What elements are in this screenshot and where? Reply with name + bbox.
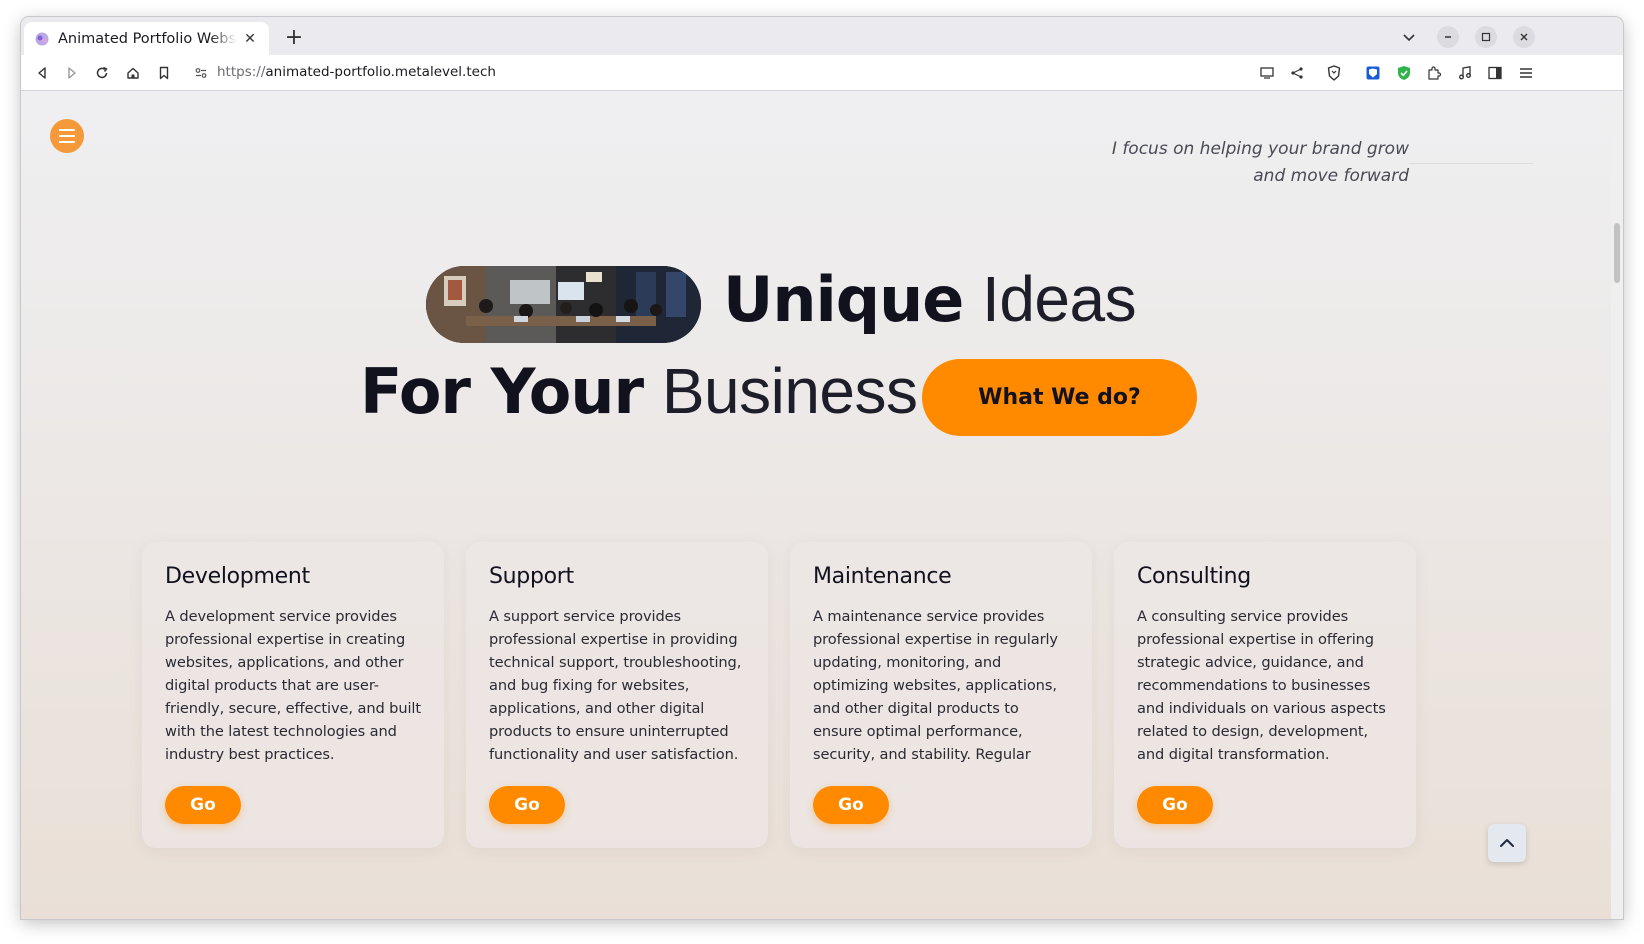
nav-toolbar: https://animated-portfolio.metalevel.tec… xyxy=(21,55,1623,91)
share-icon[interactable] xyxy=(1287,63,1307,83)
sidebar-toggle-icon[interactable] xyxy=(1485,63,1505,83)
service-title: Consulting xyxy=(1137,564,1251,589)
go-button[interactable]: Go xyxy=(489,786,565,824)
chevron-up-icon xyxy=(1500,839,1514,847)
service-title: Support xyxy=(489,564,574,589)
extensions-puzzle-icon[interactable] xyxy=(1424,63,1444,83)
what-we-do-button[interactable]: What We do? xyxy=(922,359,1197,436)
scroll-to-top-button[interactable] xyxy=(1488,824,1526,862)
hamburger-line xyxy=(59,129,75,131)
window-close-icon[interactable] xyxy=(1513,26,1535,48)
service-card-maintenance: Maintenance A maintenance service provid… xyxy=(790,542,1092,848)
bitwarden-extension-icon[interactable] xyxy=(1363,63,1383,83)
new-tab-icon[interactable]: + xyxy=(283,27,305,49)
tab-title: Animated Portfolio Website xyxy=(58,30,237,47)
site-favicon-icon xyxy=(35,32,49,45)
service-description: A development service provides professio… xyxy=(165,608,422,763)
brave-shield-icon[interactable] xyxy=(1324,63,1344,83)
forward-icon[interactable] xyxy=(62,63,82,83)
hamburger-menu-button[interactable] xyxy=(50,119,84,153)
bookmark-icon[interactable] xyxy=(154,63,174,83)
service-description: A consulting service provides profession… xyxy=(1137,608,1386,763)
hero-line1-light: Ideas xyxy=(982,263,1137,335)
tab-active[interactable]: Animated Portfolio Website ✕ xyxy=(24,22,269,55)
address-bar[interactable]: https://animated-portfolio.metalevel.tec… xyxy=(217,64,496,80)
service-title: Maintenance xyxy=(813,564,952,589)
tagline-divider xyxy=(1409,163,1533,164)
hero-line2-bold: For Your xyxy=(360,355,644,428)
hero-line2-light: Business xyxy=(661,355,918,427)
home-icon[interactable] xyxy=(123,63,143,83)
hamburger-line xyxy=(59,135,75,137)
hero-heading-line-1: Unique Ideas xyxy=(723,262,1137,336)
go-button[interactable]: Go xyxy=(165,786,241,824)
browser-menu-icon[interactable] xyxy=(1516,63,1536,83)
minimize-icon[interactable] xyxy=(1437,26,1459,48)
service-card-development: Development A development service provid… xyxy=(142,542,444,848)
back-icon[interactable] xyxy=(32,63,52,83)
tab-bar: Animated Portfolio Website ✕ + xyxy=(21,17,1623,55)
tabs-dropdown-icon[interactable] xyxy=(1399,28,1419,48)
scrollbar-thumb[interactable] xyxy=(1614,223,1620,283)
page-scrollbar[interactable] xyxy=(1611,92,1623,919)
url-scheme: https:// xyxy=(217,64,266,80)
reload-icon[interactable] xyxy=(92,63,112,83)
service-card-consulting: Consulting A consulting service provides… xyxy=(1114,542,1416,848)
browser-window: Animated Portfolio Website ✕ + https://a… xyxy=(21,17,1623,919)
hamburger-line xyxy=(59,141,75,143)
tab-close-icon[interactable]: ✕ xyxy=(241,30,259,48)
hero-team-photo xyxy=(426,266,701,343)
hero-line1-bold: Unique xyxy=(723,263,964,336)
service-description: A support service provides professional … xyxy=(489,608,742,763)
cast-icon[interactable] xyxy=(1257,63,1277,83)
shield-extension-icon[interactable] xyxy=(1394,63,1414,83)
go-button[interactable]: Go xyxy=(1137,786,1213,824)
go-button[interactable]: Go xyxy=(813,786,889,824)
service-card-support: Support A support service provides profe… xyxy=(466,542,768,848)
media-music-icon[interactable] xyxy=(1455,63,1475,83)
maximize-icon[interactable] xyxy=(1475,26,1497,48)
hero-heading-line-2: For Your Business xyxy=(360,354,918,428)
site-info-icon[interactable] xyxy=(191,63,211,83)
tagline-line-1: I focus on helping your brand grow xyxy=(1111,139,1409,159)
service-title: Development xyxy=(165,564,310,589)
tagline: I focus on helping your brand grow and m… xyxy=(1112,136,1409,190)
url-host: animated-portfolio.metalevel.tech xyxy=(265,64,496,80)
tagline-line-2: and move forward xyxy=(1253,166,1409,186)
web-page: I focus on helping your brand grow and m… xyxy=(21,92,1611,919)
service-description: A maintenance service provides professio… xyxy=(813,608,1058,763)
